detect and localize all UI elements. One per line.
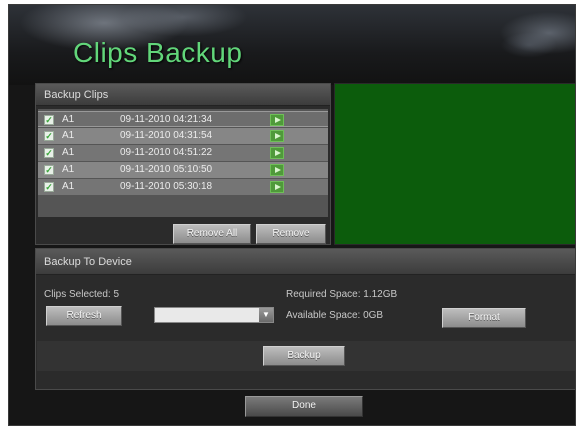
clip-time: 09-11-2010 04:51:22 [120,147,213,158]
check-icon[interactable]: ✓ [44,165,54,175]
chevron-down-icon[interactable]: ▼ [259,308,273,322]
check-icon[interactable]: ✓ [44,182,54,192]
backup-button[interactable]: Backup [263,346,345,366]
clip-row[interactable]: ✓ A1 09-11-2010 04:31:54 [38,128,328,144]
play-icon[interactable] [270,147,284,159]
clip-camera: A1 [62,164,75,175]
done-button[interactable]: Done [245,396,363,417]
clip-camera: A1 [62,181,75,192]
refresh-button[interactable]: Refresh [46,306,122,326]
play-icon[interactable] [270,181,284,193]
clip-row[interactable]: ✓ A1 09-11-2010 05:30:18 [38,179,328,195]
format-button[interactable]: Format [442,308,526,328]
clip-camera: A1 [62,147,75,158]
clip-time: 09-11-2010 04:21:34 [120,114,213,125]
backup-device-header: Backup To Device [36,249,575,275]
backup-device-panel: Backup To Device Clips Selected: 5 Requi… [35,248,575,390]
required-space-label: Required Space: 1.12GB [286,289,398,300]
check-icon[interactable]: ✓ [44,115,54,125]
video-preview [334,83,575,245]
backup-strip: Backup [37,341,575,371]
backup-clips-header: Backup Clips [36,84,330,106]
clip-list[interactable]: ✓ A1 09-11-2010 04:21:34 ✓ A1 09-11-2010… [38,109,328,217]
available-space-label: Available Space: 0GB [286,310,384,321]
title-banner: Clips Backup [9,5,575,85]
clips-backup-window: Clips Backup Backup Clips ✓ A1 09-11-201… [8,4,576,426]
clip-camera: A1 [62,114,75,125]
backup-clips-panel: Backup Clips ✓ A1 09-11-2010 04:21:34 ✓ … [35,83,331,245]
remove-button[interactable]: Remove [256,224,326,244]
play-icon[interactable] [270,164,284,176]
clip-time: 09-11-2010 04:31:54 [120,130,213,141]
clip-row[interactable]: ✓ A1 09-11-2010 04:21:34 [38,111,328,127]
check-icon[interactable]: ✓ [44,131,54,141]
clip-row[interactable]: ✓ A1 09-11-2010 04:51:22 [38,145,328,161]
page-title: Clips Backup [73,37,243,68]
play-icon[interactable] [270,114,284,126]
check-icon[interactable]: ✓ [44,148,54,158]
clips-selected-label: Clips Selected: 5 [44,289,120,300]
play-icon[interactable] [270,130,284,142]
clip-time: 09-11-2010 05:30:18 [120,181,213,192]
device-select[interactable]: ▼ [154,307,274,323]
clip-time: 09-11-2010 05:10:50 [120,164,213,175]
clip-row[interactable]: ✓ A1 09-11-2010 05:10:50 [38,162,328,178]
clip-camera: A1 [62,130,75,141]
remove-all-button[interactable]: Remove All [173,224,251,244]
